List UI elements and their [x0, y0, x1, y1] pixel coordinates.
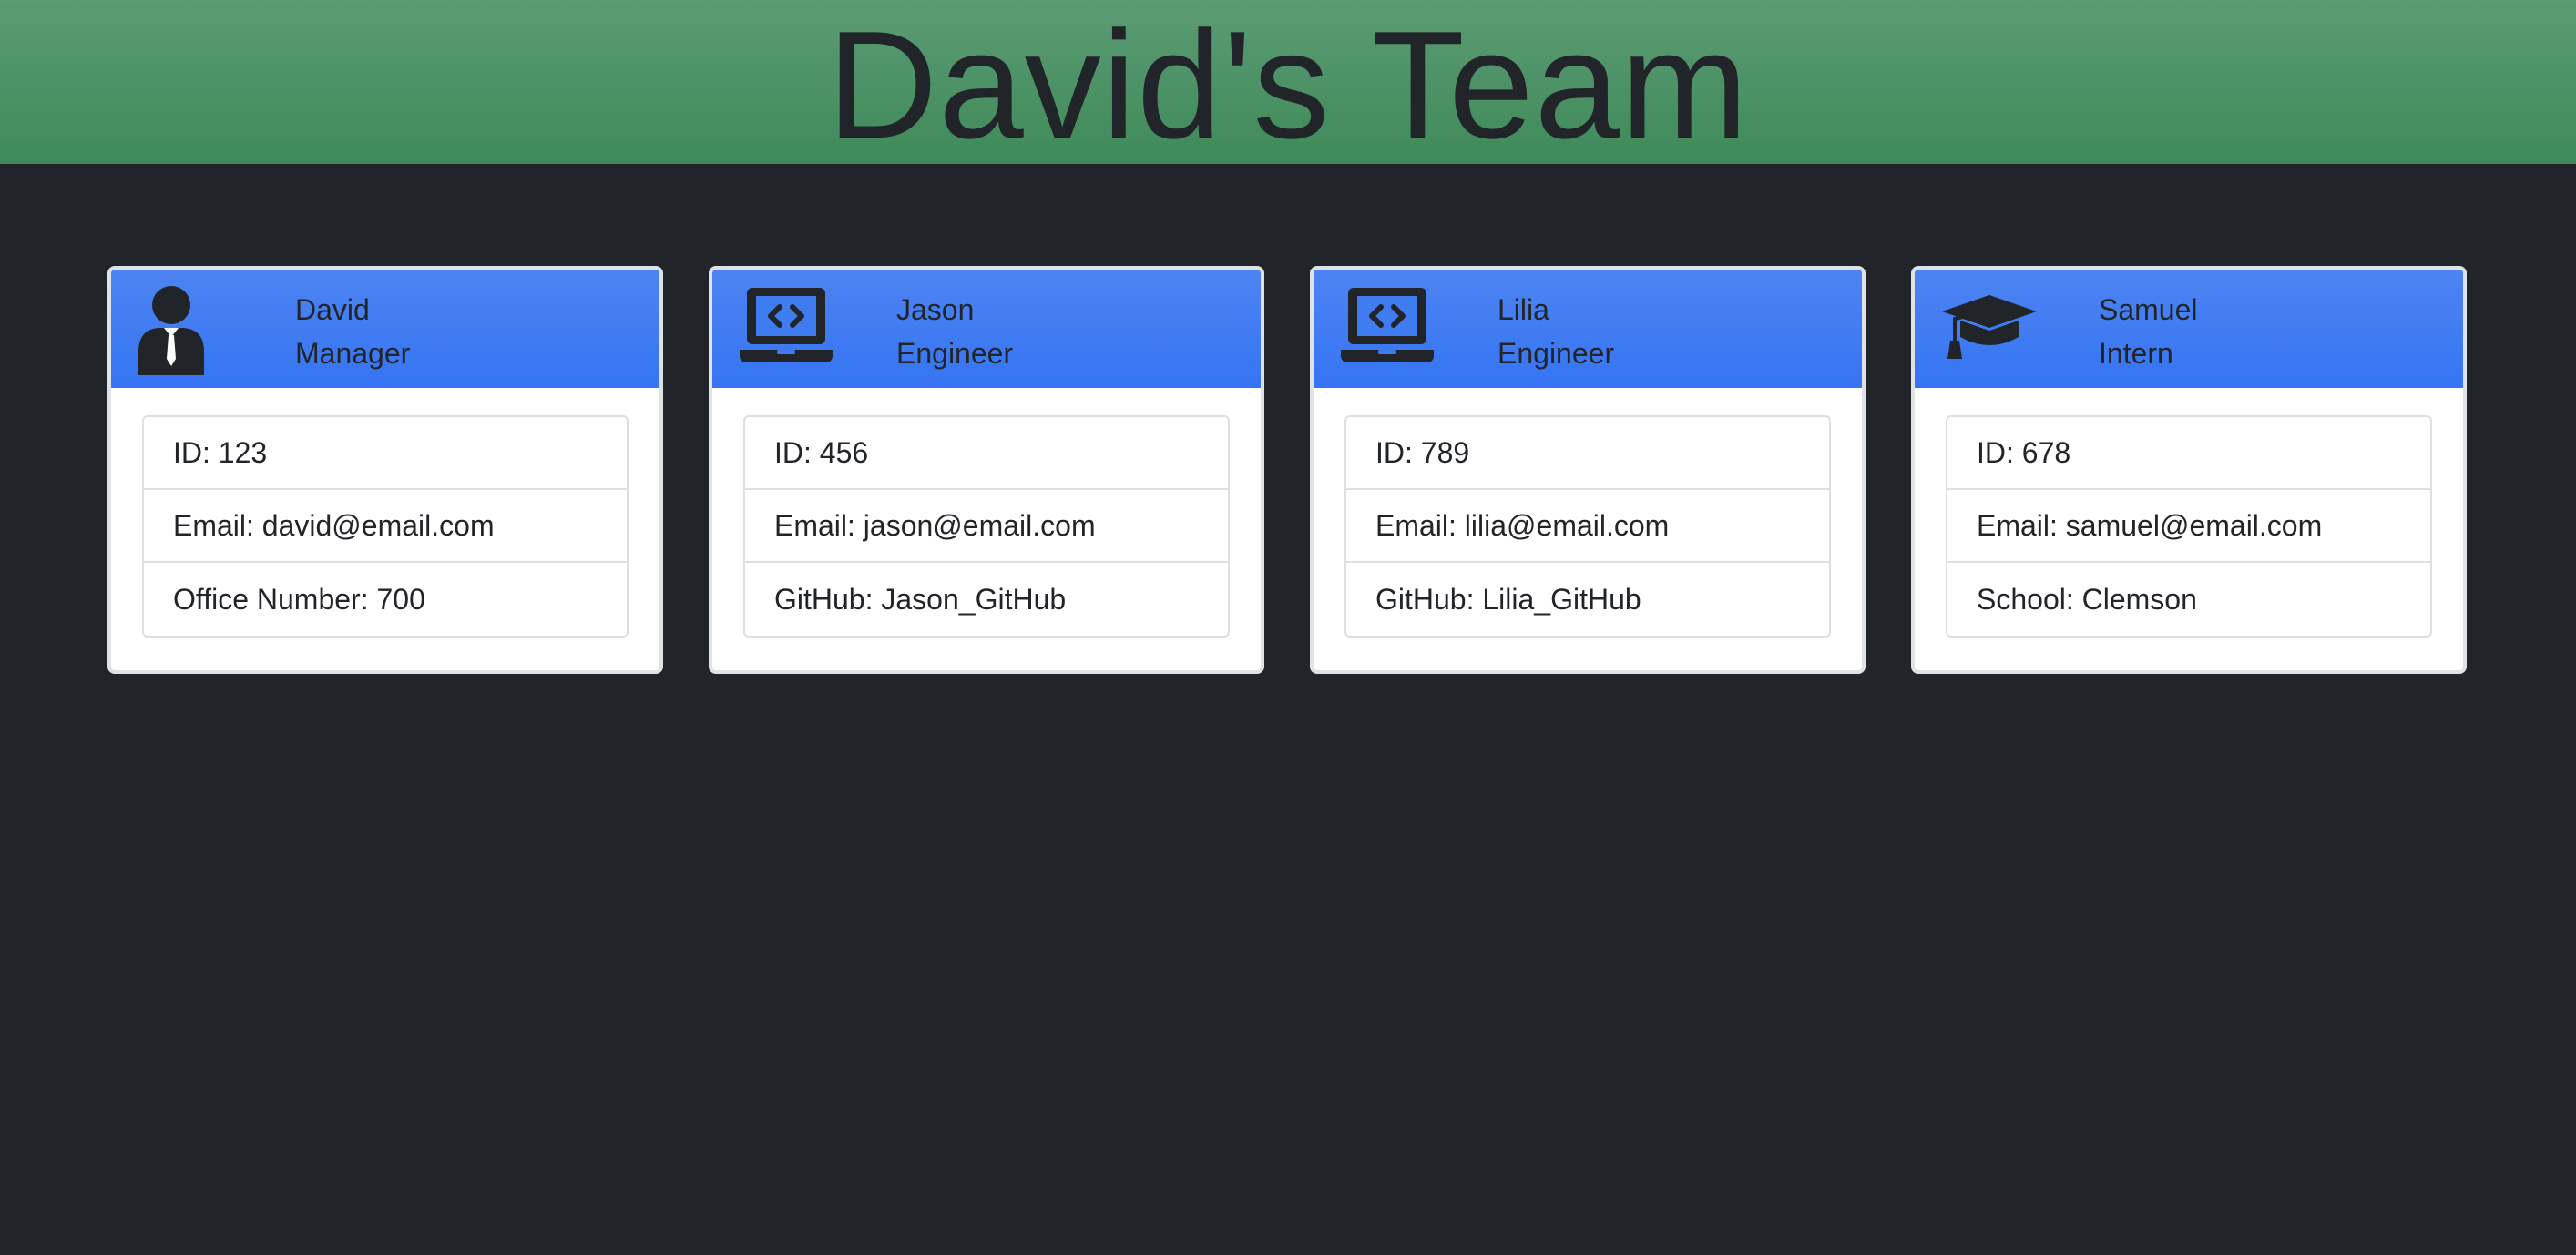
team-cards: David Manager ID: 123 Email: david@email…	[107, 266, 2467, 674]
graduation-cap-icon	[1942, 284, 2037, 375]
card-body: ID: 789 Email: lilia@email.com GitHub: L…	[1314, 388, 1862, 665]
card-title: Jason Engineer	[896, 288, 1013, 375]
employee-email: Email: samuel@email.com	[1947, 490, 2430, 563]
card-body: ID: 678 Email: samuel@email.com School: …	[1915, 388, 2463, 665]
card-header: Jason Engineer	[712, 270, 1261, 388]
card-header: David Manager	[111, 270, 659, 388]
card-title: Lilia Engineer	[1498, 288, 1614, 375]
employee-id: ID: 678	[1947, 417, 2430, 490]
employee-card-engineer: Jason Engineer ID: 456 Email: jason@emai…	[709, 266, 1264, 674]
card-body: ID: 456 Email: jason@email.com GitHub: J…	[712, 388, 1261, 665]
employee-id: ID: 456	[745, 417, 1228, 490]
employee-school: School: Clemson	[1977, 582, 2197, 616]
employee-role: Manager	[295, 337, 411, 370]
employee-details-list: ID: 456 Email: jason@email.com GitHub: J…	[743, 415, 1230, 638]
person-tie-icon	[138, 284, 233, 375]
employee-role: Engineer	[896, 337, 1014, 370]
employee-github: GitHub: Jason_GitHub	[774, 582, 1067, 616]
employee-id: ID: 789	[1346, 417, 1829, 490]
employee-role: Engineer	[1498, 337, 1615, 370]
laptop-code-icon	[1341, 284, 1436, 375]
card-title: David Manager	[295, 288, 410, 375]
card-title: Samuel Intern	[2099, 288, 2198, 375]
employee-details-list: ID: 678 Email: samuel@email.com School: …	[1946, 415, 2432, 638]
card-body: ID: 123 Email: david@email.com Office Nu…	[111, 388, 659, 665]
employee-github: GitHub: Lilia_GitHub	[1375, 582, 1641, 616]
employee-card-intern: Samuel Intern ID: 678 Email: samuel@emai…	[1911, 266, 2467, 674]
employee-id: ID: 123	[144, 417, 627, 490]
employee-email: Email: david@email.com	[144, 490, 627, 563]
page-title: David's Team	[826, 0, 1750, 170]
employee-name: Lilia	[1498, 293, 1549, 326]
employee-email: Email: lilia@email.com	[1346, 490, 1829, 563]
employee-role: Intern	[2099, 337, 2173, 370]
employee-name: David	[295, 293, 370, 326]
card-header: Samuel Intern	[1915, 270, 2463, 388]
employee-name: Samuel	[2099, 293, 2198, 326]
employee-name: Jason	[896, 293, 975, 326]
employee-card-manager: David Manager ID: 123 Email: david@email…	[107, 266, 663, 674]
card-header: Lilia Engineer	[1314, 270, 1862, 388]
employee-office-number: Office Number: 700	[173, 582, 425, 616]
employee-details-list: ID: 789 Email: lilia@email.com GitHub: L…	[1344, 415, 1831, 638]
employee-details-list: ID: 123 Email: david@email.com Office Nu…	[142, 415, 629, 638]
employee-email: Email: jason@email.com	[745, 490, 1228, 563]
laptop-code-icon	[740, 284, 834, 375]
page-header: David's Team	[0, 0, 2576, 164]
employee-card-engineer: Lilia Engineer ID: 789 Email: lilia@emai…	[1310, 266, 1866, 674]
